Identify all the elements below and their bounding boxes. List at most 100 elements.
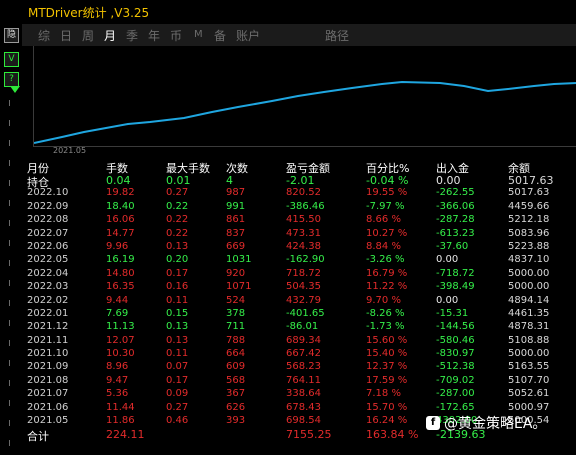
table-row: 2022.08 16.06 0.22 861 415.50 8.66 % -287.28 52… [27, 214, 576, 227]
table-cell: 8.96 [106, 361, 129, 373]
table-cell: -512.38 [436, 361, 475, 373]
table-row: 2022.06 9.96 0.13 669 424.38 8.84 % -37.60 5223… [27, 241, 576, 254]
tab-currency[interactable]: 币 [170, 27, 182, 44]
table-cell: 11.22 % [366, 281, 408, 293]
table-cell: 393 [226, 415, 246, 427]
table-cell: 11.86 [106, 415, 135, 427]
table-row: 2022.03 16.35 0.16 1071 504.35 11.22 % -398.49… [27, 281, 576, 294]
table-cell: -86.01 [286, 321, 319, 333]
table-cell: 5163.55 [508, 361, 550, 373]
tab-summary[interactable]: 综 [38, 27, 50, 44]
table-cell: 合计 [27, 430, 49, 444]
v-button[interactable]: V [4, 52, 19, 67]
table-cell: 0.27 [166, 187, 189, 199]
table-cell: 4461.35 [508, 307, 550, 319]
table-cell: 10.27 % [366, 227, 408, 239]
table-row: 持仓 0.04 0.01 4 -2.01 -0.04 % 0.00 5017.63 [27, 174, 576, 189]
table-cell: 568 [226, 374, 246, 386]
table-cell: 5000.00 [508, 281, 550, 293]
table-cell: 0.17 [166, 374, 189, 386]
table-row: 2021.09 8.96 0.07 609 568.23 12.37 % -512.38 51… [27, 361, 576, 374]
table-cell: -401.65 [286, 307, 325, 319]
facebook-icon: f [426, 416, 440, 430]
table-header: 月份 手数 最大手数 次数 盈亏金额 百分比% 出入金 余额 [27, 160, 576, 175]
table-cell: 0.27 [166, 401, 189, 413]
table-cell: 16.79 % [366, 267, 408, 279]
table-cell: 920 [226, 267, 246, 279]
table-cell: -366.06 [436, 200, 475, 212]
table-cell: 4 [226, 174, 233, 187]
hide-button[interactable]: 隐 [4, 28, 19, 43]
table-cell: -162.90 [286, 254, 325, 266]
table-cell: 0.09 [166, 388, 189, 400]
table-cell: 0.46 [166, 415, 189, 427]
table-cell: 0.22 [166, 227, 189, 239]
tab-week[interactable]: 周 [82, 27, 94, 44]
table-cell: 5108.88 [508, 334, 550, 346]
table-row: 2021.08 9.47 0.17 568 764.11 17.59 % -709.02 51… [27, 375, 576, 388]
table-cell: 4837.10 [508, 254, 550, 266]
table-cell: 4878.31 [508, 321, 550, 333]
table-cell: 19.55 % [366, 187, 408, 199]
help-button[interactable]: ? [4, 72, 19, 87]
table-cell: 0.22 [166, 214, 189, 226]
table-cell: 18.40 [106, 200, 135, 212]
table-cell: 11.13 [106, 321, 135, 333]
table-cell: 0.04 [106, 174, 131, 187]
table-cell: 16.06 [106, 214, 135, 226]
table-cell: 2022.09 [27, 200, 69, 212]
table-cell: 669 [226, 240, 246, 252]
tab-backup[interactable]: 备 [214, 27, 226, 44]
table-cell: 2022.08 [27, 214, 69, 226]
table-cell: 5017.63 [508, 174, 554, 187]
table-cell: 338.64 [286, 388, 321, 400]
table-cell: 5083.96 [508, 227, 550, 239]
expand-arrow-icon[interactable] [10, 86, 20, 93]
table-cell: -287.00 [436, 388, 475, 400]
table-cell: 0.00 [436, 254, 459, 266]
table-cell: 2022.03 [27, 281, 69, 293]
table-cell: 7155.25 [286, 428, 332, 442]
table-cell: -7.97 % [366, 200, 405, 212]
table-cell: 432.79 [286, 294, 321, 306]
window-title: MTDriver统计 ,V3.25 [28, 6, 150, 20]
tab-day[interactable]: 日 [60, 27, 72, 44]
table-cell: 424.38 [286, 240, 321, 252]
table-cell: 609 [226, 361, 246, 373]
table-cell: 664 [226, 348, 246, 360]
table-cell: 2021.11 [27, 334, 69, 346]
table-row: 2021.12 11.13 0.13 711 -86.01 -1.73 % -144.56 4… [27, 321, 576, 334]
table-cell: 0.13 [166, 321, 189, 333]
table-row: 2022.07 14.77 0.22 837 473.31 10.27 % -613.23 5… [27, 228, 576, 241]
table-cell: 10.30 [106, 348, 135, 360]
table-cell: -709.02 [436, 374, 475, 386]
table-cell: 9.47 [106, 374, 129, 386]
table-cell: 2021.10 [27, 348, 69, 360]
table-cell: 524 [226, 294, 246, 306]
equity-chart: 2021.05 [22, 46, 576, 158]
table-cell: 2022.02 [27, 294, 69, 306]
table-cell: 861 [226, 214, 246, 226]
tab-month[interactable]: 月 [104, 27, 116, 44]
table-cell: -1.73 % [366, 321, 405, 333]
tab-m[interactable]: M [194, 29, 203, 40]
table-cell: -262.55 [436, 187, 475, 199]
table-cell: 2021.12 [27, 321, 69, 333]
table-row: 2021.07 5.36 0.09 367 338.64 7.18 % -287.00 505… [27, 388, 576, 401]
table-cell: 0.00 [436, 174, 461, 187]
table-cell: -172.65 [436, 401, 475, 413]
tab-path[interactable]: 路径 [325, 27, 349, 44]
table-cell: 689.34 [286, 334, 321, 346]
table-cell: 0.17 [166, 267, 189, 279]
table-cell: 2022.06 [27, 240, 69, 252]
table-row: 2022.01 7.69 0.15 378 -401.65 -8.26 % -15.31 44… [27, 308, 576, 321]
table-cell: 0.20 [166, 254, 189, 266]
table-cell: 837 [226, 227, 246, 239]
table-cell: 718.72 [286, 267, 321, 279]
table-cell: 991 [226, 200, 246, 212]
table-cell: -718.72 [436, 267, 475, 279]
tab-quarter[interactable]: 季 [126, 27, 138, 44]
tab-year[interactable]: 年 [148, 27, 160, 44]
tab-account[interactable]: 账户 [236, 27, 260, 44]
table-cell: 2022.07 [27, 227, 69, 239]
